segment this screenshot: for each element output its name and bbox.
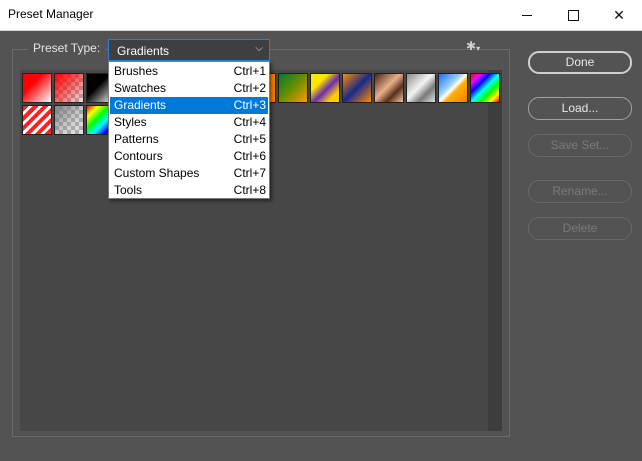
menu-item-shortcut: Ctrl+5 — [233, 132, 266, 146]
gradient-swatch[interactable] — [310, 73, 340, 103]
settings-menu-button[interactable]: ✱▾ — [466, 39, 480, 53]
menu-item-label: Tools — [114, 183, 143, 197]
dropdown-arrow-icon: ▾ — [476, 44, 481, 53]
gradient-swatch[interactable] — [54, 105, 84, 135]
done-button[interactable]: Done — [528, 51, 632, 74]
menu-item-tools[interactable]: Tools Ctrl+8 — [110, 182, 268, 199]
menu-item-styles[interactable]: Styles Ctrl+4 — [110, 114, 268, 131]
menu-item-label: Styles — [114, 115, 147, 129]
gradient-swatch[interactable] — [470, 73, 500, 103]
gradient-swatch[interactable] — [54, 73, 84, 103]
preset-type-dropdown-menu: Brushes Ctrl+1 Swatches Ctrl+2 Gradients… — [108, 61, 270, 199]
close-button[interactable]: ✕ — [596, 0, 642, 30]
gradient-swatch[interactable] — [342, 73, 372, 103]
menu-item-label: Gradients — [114, 98, 167, 112]
menu-item-brushes[interactable]: Brushes Ctrl+1 — [110, 63, 268, 80]
menu-item-label: Patterns — [114, 132, 159, 146]
menu-item-gradients[interactable]: Gradients Ctrl+3 — [110, 97, 268, 114]
menu-item-swatches[interactable]: Swatches Ctrl+2 — [110, 80, 268, 97]
close-icon: ✕ — [613, 6, 625, 23]
gradient-swatch[interactable] — [374, 73, 404, 103]
gradient-swatch[interactable] — [278, 73, 308, 103]
window-title: Preset Manager — [8, 7, 94, 21]
gradient-swatch[interactable] — [22, 73, 52, 103]
preset-type-selected-value: Gradients — [117, 44, 170, 58]
maximize-icon — [567, 9, 579, 21]
delete-button: Delete — [528, 217, 632, 240]
gear-icon: ✱ — [466, 39, 477, 53]
chevron-down-icon: ⌵ — [255, 43, 263, 54]
menu-item-shortcut: Ctrl+7 — [233, 166, 266, 180]
gradient-swatch[interactable] — [22, 105, 52, 135]
menu-item-shortcut: Ctrl+6 — [233, 149, 266, 163]
menu-item-shortcut: Ctrl+2 — [233, 81, 266, 95]
menu-item-shortcut: Ctrl+3 — [233, 98, 266, 112]
menu-item-patterns[interactable]: Patterns Ctrl+5 — [110, 131, 268, 148]
menu-item-label: Swatches — [114, 81, 167, 95]
menu-item-shortcut: Ctrl+8 — [233, 183, 266, 197]
scrollbar[interactable] — [488, 70, 502, 431]
title-bar: Preset Manager ✕ — [0, 0, 642, 31]
menu-item-label: Custom Shapes — [114, 166, 200, 180]
menu-item-contours[interactable]: Contours Ctrl+6 — [110, 148, 268, 165]
minimize-icon — [522, 14, 532, 16]
maximize-button[interactable] — [550, 0, 596, 30]
minimize-button[interactable] — [504, 0, 550, 30]
save-set-button: Save Set... — [528, 134, 632, 157]
load-button[interactable]: Load... — [528, 97, 632, 120]
menu-item-shortcut: Ctrl+4 — [233, 115, 266, 129]
gradient-swatch[interactable] — [406, 73, 436, 103]
menu-item-custom-shapes[interactable]: Custom Shapes Ctrl+7 — [110, 165, 268, 182]
menu-item-label: Contours — [114, 149, 163, 163]
preset-type-select[interactable]: Gradients ⌵ — [108, 39, 270, 61]
menu-item-label: Brushes — [114, 64, 159, 78]
menu-item-shortcut: Ctrl+1 — [233, 64, 266, 78]
preset-type-label: Preset Type: — [28, 41, 106, 55]
rename-button: Rename... — [528, 180, 632, 203]
gradient-swatch[interactable] — [438, 73, 468, 103]
